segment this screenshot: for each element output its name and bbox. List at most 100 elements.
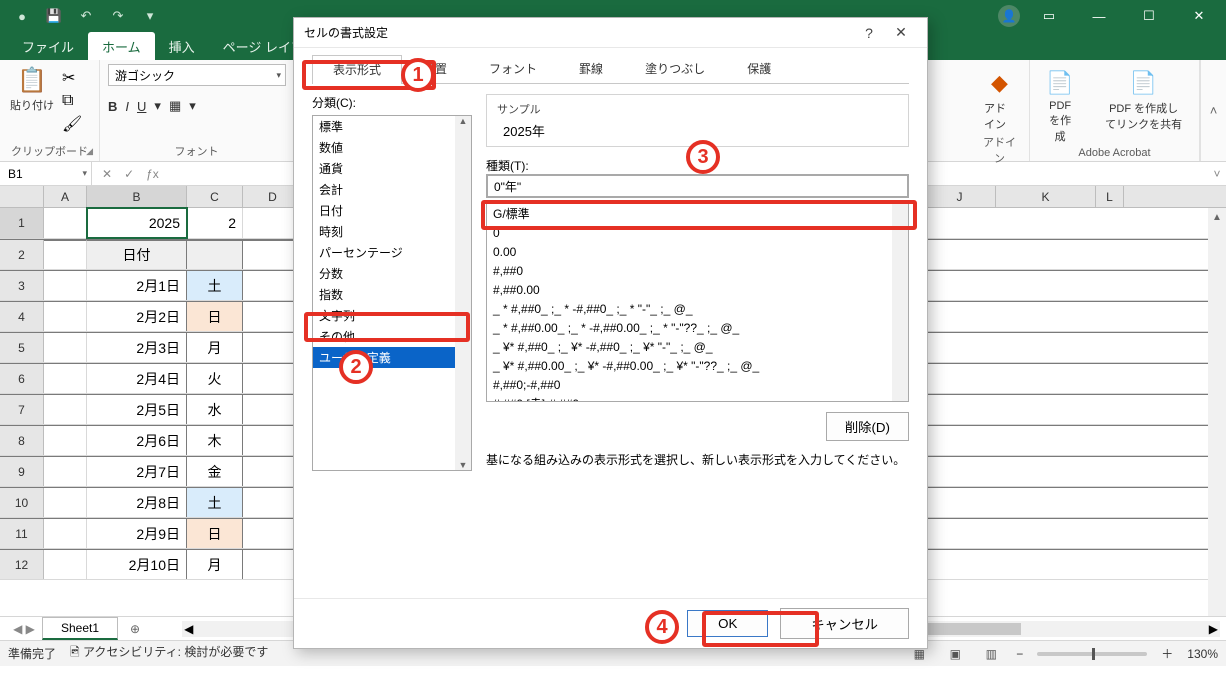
- cell[interactable]: 水: [187, 395, 243, 424]
- border-button[interactable]: ▦: [169, 98, 181, 114]
- cell[interactable]: 土: [187, 271, 243, 300]
- zoom-slider[interactable]: [1037, 652, 1147, 656]
- autosave-toggle[interactable]: ●: [8, 4, 36, 28]
- tab-home[interactable]: ホーム: [88, 32, 155, 60]
- sheet-tab[interactable]: Sheet1: [42, 617, 118, 640]
- tab-alignment[interactable]: 配置: [402, 54, 468, 83]
- list-item[interactable]: 指数: [313, 284, 471, 305]
- cell[interactable]: 2月6日: [87, 426, 187, 455]
- tab-file[interactable]: ファイル: [8, 32, 88, 60]
- undo-icon[interactable]: ↶: [72, 4, 100, 28]
- save-icon[interactable]: 💾: [40, 4, 68, 28]
- col-header[interactable]: L: [1096, 186, 1124, 207]
- cell[interactable]: [44, 457, 87, 486]
- list-item[interactable]: #,##0;-#,##0: [493, 376, 894, 395]
- name-box[interactable]: B1▾: [0, 162, 92, 185]
- create-pdf-share-button[interactable]: 📄PDF を作成し てリンクを共有: [1096, 64, 1191, 144]
- collapse-ribbon-icon[interactable]: ˄: [1200, 60, 1226, 161]
- cell[interactable]: 2月9日: [87, 519, 187, 548]
- cell[interactable]: 2: [187, 208, 243, 238]
- tab-number[interactable]: 表示形式: [312, 55, 402, 84]
- cell[interactable]: [44, 240, 87, 269]
- chevron-down-icon[interactable]: ▾: [189, 98, 196, 114]
- cell[interactable]: 2月5日: [87, 395, 187, 424]
- list-item[interactable]: 日付: [313, 200, 471, 221]
- create-pdf-button[interactable]: 📄PDF を作成: [1038, 64, 1082, 144]
- list-item[interactable]: 分数: [313, 263, 471, 284]
- row-header[interactable]: 6: [0, 364, 44, 393]
- list-item[interactable]: #,##0;[赤]-#,##0: [493, 395, 894, 402]
- chevron-down-icon[interactable]: ▾: [276, 70, 281, 81]
- row-header[interactable]: 5: [0, 333, 44, 362]
- tab-fill[interactable]: 塗りつぶし: [624, 54, 726, 83]
- list-item[interactable]: _ ¥* #,##0_ ;_ ¥* -#,##0_ ;_ ¥* "-"_ ;_ …: [493, 338, 894, 357]
- cell[interactable]: [44, 426, 87, 455]
- select-all[interactable]: [0, 186, 44, 207]
- cell[interactable]: 2月4日: [87, 364, 187, 393]
- cell[interactable]: 2月3日: [87, 333, 187, 362]
- tab-border[interactable]: 罫線: [558, 54, 624, 83]
- cancel-button[interactable]: キャンセル: [780, 608, 909, 639]
- row-header[interactable]: 8: [0, 426, 44, 455]
- list-item[interactable]: #,##0: [493, 262, 894, 281]
- cell[interactable]: 月: [187, 333, 243, 362]
- cut-icon[interactable]: ✂: [62, 68, 82, 88]
- list-item[interactable]: _ ¥* #,##0.00_ ;_ ¥* -#,##0.00_ ;_ ¥* "-…: [493, 357, 894, 376]
- row-header[interactable]: 12: [0, 550, 44, 579]
- col-header[interactable]: J: [924, 186, 996, 207]
- list-item[interactable]: 文字列: [313, 305, 471, 326]
- page-layout-icon[interactable]: ▣: [944, 647, 966, 661]
- cell[interactable]: [44, 519, 87, 548]
- qat-dropdown-icon[interactable]: ▾: [136, 4, 164, 28]
- enter-icon[interactable]: ✓: [124, 167, 134, 181]
- cell[interactable]: 2月7日: [87, 457, 187, 486]
- fx-icon[interactable]: ƒx: [146, 167, 159, 181]
- row-header[interactable]: 1: [0, 208, 44, 238]
- cell[interactable]: 日: [187, 519, 243, 548]
- list-item[interactable]: 通貨: [313, 158, 471, 179]
- accessibility-status[interactable]: 🖻 アクセシビリティ: 検討が必要です: [70, 643, 268, 664]
- maximize-button[interactable]: ☐: [1128, 0, 1170, 32]
- bold-button[interactable]: B: [108, 99, 117, 114]
- copy-icon[interactable]: ⧉: [62, 92, 82, 110]
- cell[interactable]: [44, 333, 87, 362]
- list-item[interactable]: パーセンテージ: [313, 242, 471, 263]
- font-name-input[interactable]: 游ゴシック▾: [108, 64, 286, 86]
- list-item[interactable]: _ * #,##0.00_ ;_ * -#,##0.00_ ;_ * "-"??…: [493, 319, 894, 338]
- chevron-down-icon[interactable]: ▾: [154, 98, 161, 114]
- category-list[interactable]: 標準 数値 通貨 会計 日付 時刻 パーセンテージ 分数 指数 文字列 その他 …: [312, 115, 472, 471]
- list-item[interactable]: 数値: [313, 137, 471, 158]
- list-item[interactable]: 標準: [313, 116, 471, 137]
- cell[interactable]: [44, 550, 87, 579]
- col-header[interactable]: K: [996, 186, 1096, 207]
- list-item[interactable]: 会計: [313, 179, 471, 200]
- close-button[interactable]: ✕: [1178, 0, 1220, 32]
- cell[interactable]: 木: [187, 426, 243, 455]
- col-header[interactable]: B: [87, 186, 187, 207]
- row-header[interactable]: 9: [0, 457, 44, 486]
- add-sheet-button[interactable]: ⊕: [122, 622, 148, 636]
- scrollbar[interactable]: ▲▼: [455, 116, 471, 470]
- row-header[interactable]: 11: [0, 519, 44, 548]
- list-item[interactable]: G/標準: [493, 205, 894, 224]
- clipboard-launcher-icon[interactable]: ◢: [86, 146, 93, 157]
- col-header[interactable]: A: [44, 186, 87, 207]
- sheet-nav-icon[interactable]: ◀ ▶: [10, 622, 38, 636]
- cell[interactable]: 土: [187, 488, 243, 517]
- minimize-button[interactable]: —: [1078, 0, 1120, 32]
- format-list[interactable]: G/標準 0 0.00 #,##0 #,##0.00 _ * #,##0_ ;_…: [486, 202, 909, 402]
- cell[interactable]: [44, 271, 87, 300]
- zoom-in-button[interactable]: ＋: [1161, 645, 1173, 662]
- cell[interactable]: [187, 240, 243, 269]
- tab-protection[interactable]: 保護: [726, 54, 792, 83]
- scrollbar[interactable]: [892, 203, 908, 401]
- list-item[interactable]: 時刻: [313, 221, 471, 242]
- underline-button[interactable]: U: [137, 99, 146, 114]
- cell[interactable]: 火: [187, 364, 243, 393]
- row-header[interactable]: 3: [0, 271, 44, 300]
- addins-button[interactable]: ◆アドイン: [978, 64, 1021, 132]
- cell[interactable]: [44, 395, 87, 424]
- display-mode-icon[interactable]: ▭: [1028, 0, 1070, 32]
- avatar[interactable]: 👤: [998, 5, 1020, 27]
- paste-button[interactable]: 📋 貼り付け: [8, 64, 56, 113]
